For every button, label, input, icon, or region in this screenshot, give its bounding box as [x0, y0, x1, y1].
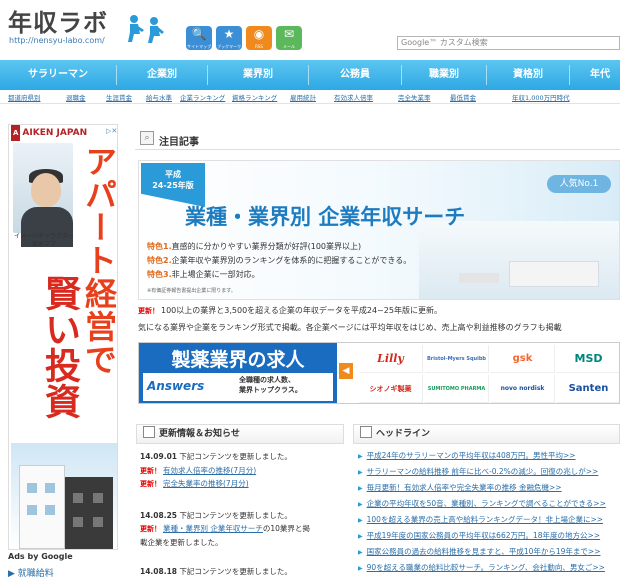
- featured-update-line: 更新！ 100以上の業界と3,500を超える企業の年収データを平成24~25年版に…: [138, 306, 442, 315]
- nav-item-company[interactable]: 企業別: [117, 60, 207, 90]
- subnav-item[interactable]: 生涯賃金: [106, 92, 132, 102]
- ad-choices-icon[interactable]: ▷✕: [106, 127, 117, 137]
- nav-item-qualification[interactable]: 資格別: [487, 60, 569, 90]
- ads-by-google-label: Ads by Google: [8, 552, 73, 561]
- ads-link[interactable]: ▶ 就職給料: [8, 566, 54, 579]
- google-search-input[interactable]: Google™ カスタム検索: [397, 36, 620, 50]
- subnav-item[interactable]: 都道府県別: [8, 92, 41, 102]
- company-logo: gsk: [491, 345, 555, 373]
- headline-item[interactable]: 国家公務員の過去の給料推移を見ますと、平成10年から19年まで>>: [358, 546, 601, 557]
- nav-item-occupation[interactable]: 職業別: [402, 60, 486, 90]
- news-item-cont: 載企業を更新しました。: [140, 538, 223, 547]
- sub-nav: 都道府県別 退職金 生涯賃金 給与水準 企業ランキング 資格ランキング 雇用統計…: [0, 91, 620, 104]
- site-logo[interactable]: 年収ラボ: [8, 3, 108, 38]
- headline-item[interactable]: 90を超える職業の給料比較サーチ。ランキング、会社動向、男女ご>>: [358, 562, 605, 573]
- headline-icon: [360, 426, 372, 438]
- news-date-line: 14.08.25 下記コンテンツを更新しました。: [140, 511, 292, 520]
- site-header: 年収ラボ http://nensyu-labo.com/ 🔍 サイトマップ ★ ブッ…: [0, 0, 620, 58]
- subnav-item[interactable]: 完全失業率: [398, 92, 431, 102]
- company-logo: SUMITOMO PHARMA: [425, 375, 489, 403]
- headline-item[interactable]: 毎月更新！有効求人倍率や完全失業率の推移 金融危機>>: [358, 482, 562, 493]
- job-banner-desc: 全職種の求人数、 業界トップクラス。: [239, 376, 302, 394]
- left-ad-banner[interactable]: A AIKEN JAPAN ▷✕ イメージキャラクター 尾木ママ アパート経営で …: [8, 124, 118, 550]
- site-url[interactable]: http://nensyu-labo.com/: [9, 36, 105, 45]
- ad-brand: A AIKEN JAPAN: [9, 125, 117, 141]
- banner-feature: 特色2.企業年収や業界別のランキングを体系的に把握することができる。: [147, 256, 412, 265]
- sitemap-search-icon[interactable]: 🔍 サイトマップ: [186, 26, 212, 50]
- job-banner-left: 製薬業界の求人 Answers 全職種の求人数、 業界トップクラス。: [139, 343, 337, 403]
- banner-feature: 特色1.直感的に分かりやすい業界分類が好評(100業界以上): [147, 242, 362, 251]
- popular-badge: 人気No.1: [547, 175, 611, 193]
- headline-item[interactable]: サラリーマンの給料推移 前年に比べ-0.2%の減少。回復の兆しが>>: [358, 466, 599, 477]
- ad-building-image: [11, 443, 117, 549]
- featured-header: ⌕ 注目記事: [135, 128, 620, 150]
- subnav-item[interactable]: 退職金: [66, 92, 86, 102]
- subnav-item[interactable]: 給与水準: [146, 92, 172, 102]
- featured-description: 気になる業界や企業をランキング形式で掲載。各企業ページには平均年収をはじめ、売上…: [138, 323, 562, 332]
- pharma-job-banner[interactable]: 製薬業界の求人 Answers 全職種の求人数、 業界トップクラス。 ◀ Lil…: [138, 342, 620, 404]
- company-logo: Bristol-Myers Squibb: [425, 345, 489, 373]
- ad-headline: アパート経営で: [80, 145, 118, 376]
- subnav-item[interactable]: 年収1,000万円時代: [512, 92, 570, 102]
- company-logo: novo nordisk: [491, 375, 555, 403]
- company-logo: Santen: [557, 375, 619, 403]
- subnav-item[interactable]: 有効求人倍率: [334, 92, 373, 102]
- banner-title: 業種・業界別 企業年収サーチ: [185, 205, 466, 229]
- nav-item-age[interactable]: 年代: [570, 60, 620, 90]
- company-logo: シオノギ製薬: [359, 375, 423, 403]
- runner-mascot-icon: [128, 15, 164, 43]
- mail-icon[interactable]: ✉ メール: [276, 26, 302, 50]
- nav-item-salaryman[interactable]: サラリーマン: [0, 60, 116, 90]
- featured-title: 注目記事: [159, 137, 199, 148]
- headline-header: ヘッドライン: [353, 424, 620, 444]
- job-banner-title: 製薬業界の求人: [171, 349, 305, 371]
- news-item[interactable]: 更新！ 完全失業率の推移(7月分): [140, 478, 249, 489]
- banner-feature: 特色3.非上場企業に一部対応。: [147, 270, 260, 279]
- subnav-item[interactable]: 企業ランキング: [180, 92, 225, 102]
- company-logo: MSD: [557, 345, 619, 373]
- answers-logo: Answers: [147, 379, 205, 393]
- banner-room-image: [419, 221, 619, 299]
- headline-item[interactable]: 平成24年のサラリーマンの平均年収は408万円。男性平均>>: [358, 450, 576, 461]
- rss-icon[interactable]: ◉ RSS: [246, 26, 272, 50]
- carousel-prev-icon[interactable]: ◀: [339, 363, 353, 379]
- nav-item-civil-servant[interactable]: 公務員: [309, 60, 401, 90]
- news-item[interactable]: 更新！ 業種・業界別 企業年収サーチの10業界と掲: [140, 523, 310, 534]
- bookmark-star-icon[interactable]: ★ ブックマーク: [216, 26, 242, 50]
- subnav-item[interactable]: 最低賃金: [450, 92, 476, 102]
- news-item[interactable]: 更新！ 有効求人倍率の推移(7月分): [140, 465, 256, 476]
- salary-search-banner[interactable]: 平成 24-25年版 人気No.1 業種・業界別 企業年収サーチ 特色1.直感的…: [138, 160, 620, 300]
- headline-item[interactable]: 企業の平均年収を50音、業種別、ランキングで調べることができる>>: [358, 498, 606, 509]
- nav-item-industry[interactable]: 業界別: [208, 60, 308, 90]
- subnav-item[interactable]: 雇用統計: [290, 92, 316, 102]
- news-icon: [143, 426, 155, 438]
- banner-note: ※有価証券報告書提出企業に限ります。: [147, 288, 236, 294]
- subnav-item[interactable]: 資格ランキング: [232, 92, 277, 102]
- featured-icon: ⌕: [140, 131, 154, 145]
- main-nav: サラリーマン 企業別 業界別 公務員 職業別 資格別 年代: [0, 60, 620, 90]
- news-header: 更新情報＆お知らせ: [136, 424, 344, 444]
- company-logo: Lilly: [359, 345, 423, 373]
- news-date-line: 14.09.01 下記コンテンツを更新しました。: [140, 452, 292, 461]
- headline-item[interactable]: 100を超える業界の売上高や給料ランキングデータ！非上場企業に>>: [358, 514, 603, 525]
- headline-item[interactable]: 平成19年度の国家公務員の平均年収は662万円。18年度の地方公>>: [358, 530, 600, 541]
- news-date-line: 14.08.18 下記コンテンツを更新しました。: [140, 567, 292, 576]
- ad-headline-2: 賢い投資: [39, 275, 80, 419]
- ad-photo: [13, 143, 73, 247]
- ad-caption: イメージキャラクター 尾木ママ: [14, 233, 74, 248]
